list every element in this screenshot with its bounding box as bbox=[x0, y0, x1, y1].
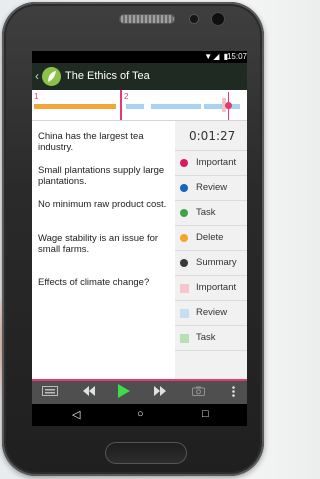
phone-screen: ▼◢ ▮ 15:07 ‹ The Ethics of Tea 1 2 China… bbox=[32, 51, 247, 426]
timeline-mark-blue bbox=[126, 104, 144, 109]
tag-label: Summary bbox=[196, 257, 237, 268]
android-nav-bar: ◁ ○ □ bbox=[32, 404, 247, 426]
tag-color-dot bbox=[180, 159, 188, 167]
back-chevron-icon[interactable]: ‹ bbox=[35, 69, 39, 83]
tag-label: Important bbox=[196, 157, 237, 168]
recents-nav-button[interactable]: □ bbox=[202, 408, 209, 420]
tag-color-square bbox=[180, 309, 189, 318]
tag-color-dot bbox=[180, 209, 188, 217]
fast-forward-icon[interactable] bbox=[154, 386, 166, 400]
tag-summary[interactable]: Summary bbox=[175, 251, 247, 276]
physical-home-button[interactable] bbox=[105, 442, 187, 464]
tag-color-square bbox=[180, 284, 189, 293]
tag-review[interactable]: Review bbox=[175, 176, 247, 201]
tag-label: Review bbox=[196, 307, 228, 318]
note-item[interactable]: No minimum raw product cost. bbox=[38, 199, 170, 210]
divider bbox=[175, 350, 247, 351]
notes-list: China has the largest tea industry. Smal… bbox=[32, 121, 172, 379]
overflow-menu-icon[interactable] bbox=[232, 386, 235, 401]
home-nav-button[interactable]: ○ bbox=[137, 408, 144, 420]
earpiece-speaker bbox=[119, 14, 175, 24]
note-item[interactable]: Effects of climate change? bbox=[38, 277, 170, 288]
segment-number: 2 bbox=[124, 92, 129, 101]
leaf-icon bbox=[48, 71, 56, 82]
playhead-handle[interactable] bbox=[225, 102, 232, 109]
rewind-icon[interactable] bbox=[83, 386, 95, 400]
app-title: The Ethics of Tea bbox=[65, 70, 150, 82]
tag-panel: 0:01:27 Important Review Task Delete Sum… bbox=[175, 121, 247, 379]
app-logo-icon[interactable] bbox=[42, 67, 61, 86]
status-icons: ▼◢ ▮ bbox=[204, 52, 229, 61]
note-item[interactable]: China has the largest tea industry. bbox=[38, 131, 170, 153]
tag-color-dot bbox=[180, 259, 188, 267]
back-nav-button[interactable]: ◁ bbox=[72, 408, 80, 421]
camera-icon[interactable] bbox=[192, 386, 205, 400]
tag-label: Important bbox=[196, 282, 237, 293]
note-item[interactable]: Wage stability is an issue for small far… bbox=[38, 233, 170, 255]
status-time: 15:07 bbox=[226, 52, 247, 61]
tag-important[interactable]: Important bbox=[175, 151, 247, 176]
timeline-segment-2[interactable]: 2 bbox=[122, 90, 247, 120]
segment-number: 1 bbox=[34, 92, 39, 101]
play-icon[interactable] bbox=[118, 384, 130, 402]
timeline-segment-1[interactable]: 1 bbox=[32, 90, 122, 120]
tag-delete[interactable]: Delete bbox=[175, 226, 247, 251]
tag-task[interactable]: Task bbox=[175, 201, 247, 226]
proximity-sensor bbox=[190, 15, 198, 23]
tag-color-dot bbox=[180, 234, 188, 242]
tag-color-square bbox=[180, 334, 189, 343]
keyboard-icon[interactable] bbox=[42, 386, 58, 400]
playback-toolbar bbox=[32, 381, 247, 404]
tag-label: Task bbox=[196, 332, 216, 343]
tag-label: Delete bbox=[196, 232, 224, 243]
timeline-mark-blue bbox=[151, 104, 201, 109]
note-item[interactable]: Small plantations supply large plantatio… bbox=[38, 165, 170, 187]
timeline-mark-orange bbox=[34, 104, 116, 109]
app-bar: ‹ The Ethics of Tea bbox=[32, 63, 247, 90]
tag-label: Review bbox=[196, 182, 228, 193]
tag-task-highlight[interactable]: Task bbox=[175, 326, 247, 351]
tag-label: Task bbox=[196, 207, 216, 218]
front-camera bbox=[212, 13, 224, 25]
tag-important-highlight[interactable]: Important bbox=[175, 276, 247, 301]
tag-review-highlight[interactable]: Review bbox=[175, 301, 247, 326]
tag-color-dot bbox=[180, 184, 188, 192]
status-bar: ▼◢ ▮ 15:07 bbox=[32, 51, 247, 63]
timeline[interactable]: 1 2 bbox=[32, 90, 247, 120]
recording-timer: 0:01:27 bbox=[189, 129, 236, 143]
